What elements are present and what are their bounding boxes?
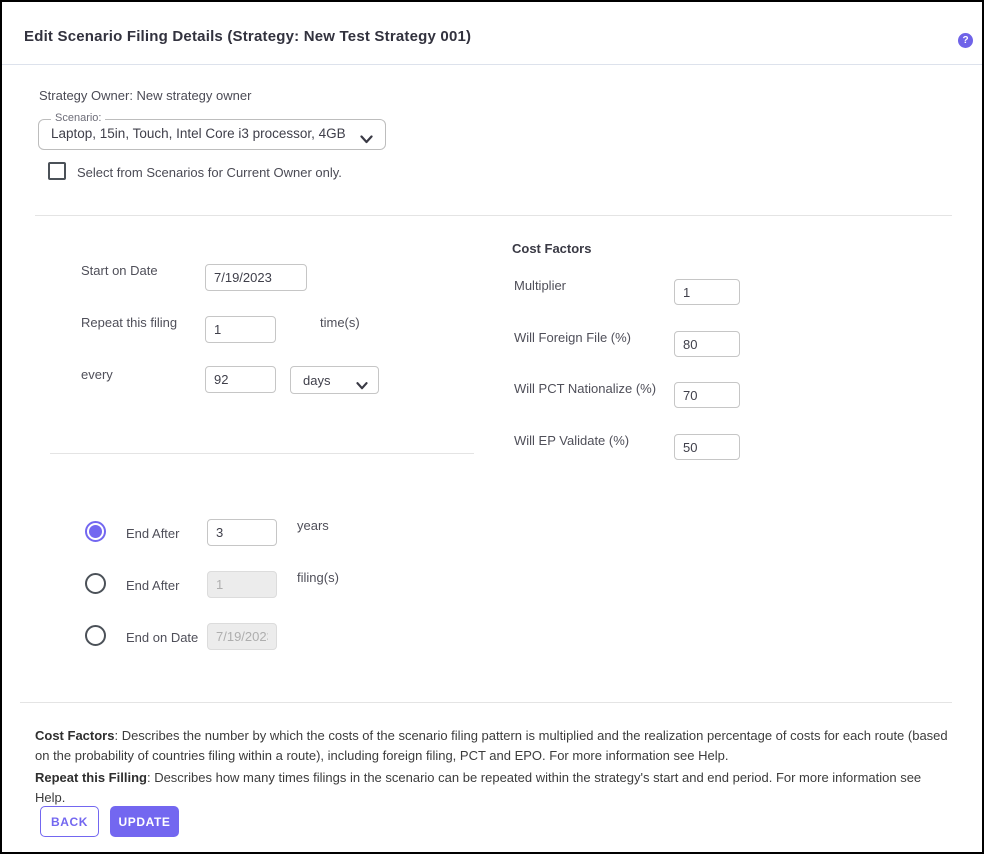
will-ep-validate-input[interactable] (674, 434, 740, 460)
repeat-filing-label: Repeat this filing (81, 315, 177, 330)
will-ep-validate-label: Will EP Validate (%) (514, 433, 629, 448)
start-on-date-input[interactable] (205, 264, 307, 291)
will-pct-nationalize-input[interactable] (674, 382, 740, 408)
back-button[interactable]: BACK (40, 806, 99, 837)
page-title: Edit Scenario Filing Details (Strategy: … (24, 28, 471, 45)
current-owner-only-checkbox[interactable] (48, 162, 66, 180)
repeat-filling-footnote-term: Repeat this Filling (35, 770, 147, 785)
cost-factors-footnote: Cost Factors: Describes the number by wh… (35, 726, 951, 766)
repeat-times-suffix: time(s) (320, 315, 360, 330)
every-label: every (81, 367, 113, 382)
multiplier-label: Multiplier (514, 278, 566, 293)
end-after-years-suffix: years (297, 518, 329, 533)
every-interval-input[interactable] (205, 366, 276, 393)
end-after-filings-radio[interactable] (85, 573, 106, 594)
end-on-date-radio[interactable] (85, 625, 106, 646)
edit-scenario-filing-dialog: Edit Scenario Filing Details (Strategy: … (0, 0, 984, 854)
cost-factors-footnote-text: : Describes the number by which the cost… (35, 728, 948, 763)
end-on-date-label: End on Date (126, 630, 198, 645)
header-divider (2, 64, 982, 65)
end-after-years-radio[interactable] (85, 521, 106, 542)
multiplier-input[interactable] (674, 279, 740, 305)
will-foreign-file-input[interactable] (674, 331, 740, 357)
repeat-filling-footnote: Repeat this Filling: Describes how many … (35, 768, 951, 808)
will-foreign-file-label: Will Foreign File (%) (514, 330, 631, 345)
end-after-filings-label: End After (126, 578, 179, 593)
repeat-filling-footnote-text: : Describes how many times filings in th… (35, 770, 921, 805)
end-after-filings-suffix: filing(s) (297, 570, 339, 585)
repeat-times-input[interactable] (205, 316, 276, 343)
footer-divider (20, 702, 952, 703)
will-pct-nationalize-label: Will PCT Nationalize (%) (514, 381, 656, 396)
end-after-years-label: End After (126, 526, 179, 541)
chevron-down-icon (360, 131, 373, 149)
schedule-divider (50, 453, 474, 454)
strategy-owner-text: Strategy Owner: New strategy owner (39, 88, 251, 103)
chevron-down-icon (356, 377, 368, 395)
update-button[interactable]: UPDATE (110, 806, 179, 837)
start-on-date-label: Start on Date (81, 263, 158, 278)
end-after-filings-input[interactable] (207, 571, 277, 598)
every-unit-value: days (303, 373, 330, 388)
cost-factors-footnote-term: Cost Factors (35, 728, 114, 743)
cost-factors-heading: Cost Factors (512, 241, 591, 256)
every-unit-select[interactable]: days (290, 366, 379, 394)
scenario-select-value: Laptop, 15in, Touch, Intel Core i3 proce… (51, 126, 346, 141)
scenario-select-label: Scenario: (51, 112, 105, 124)
end-on-date-input[interactable] (207, 623, 277, 650)
end-after-years-input[interactable] (207, 519, 277, 546)
current-owner-only-label: Select from Scenarios for Current Owner … (77, 165, 342, 180)
help-icon[interactable]: ? (958, 33, 973, 48)
section-divider-top (35, 215, 952, 216)
scenario-select[interactable]: Scenario: Laptop, 15in, Touch, Intel Cor… (38, 119, 386, 150)
